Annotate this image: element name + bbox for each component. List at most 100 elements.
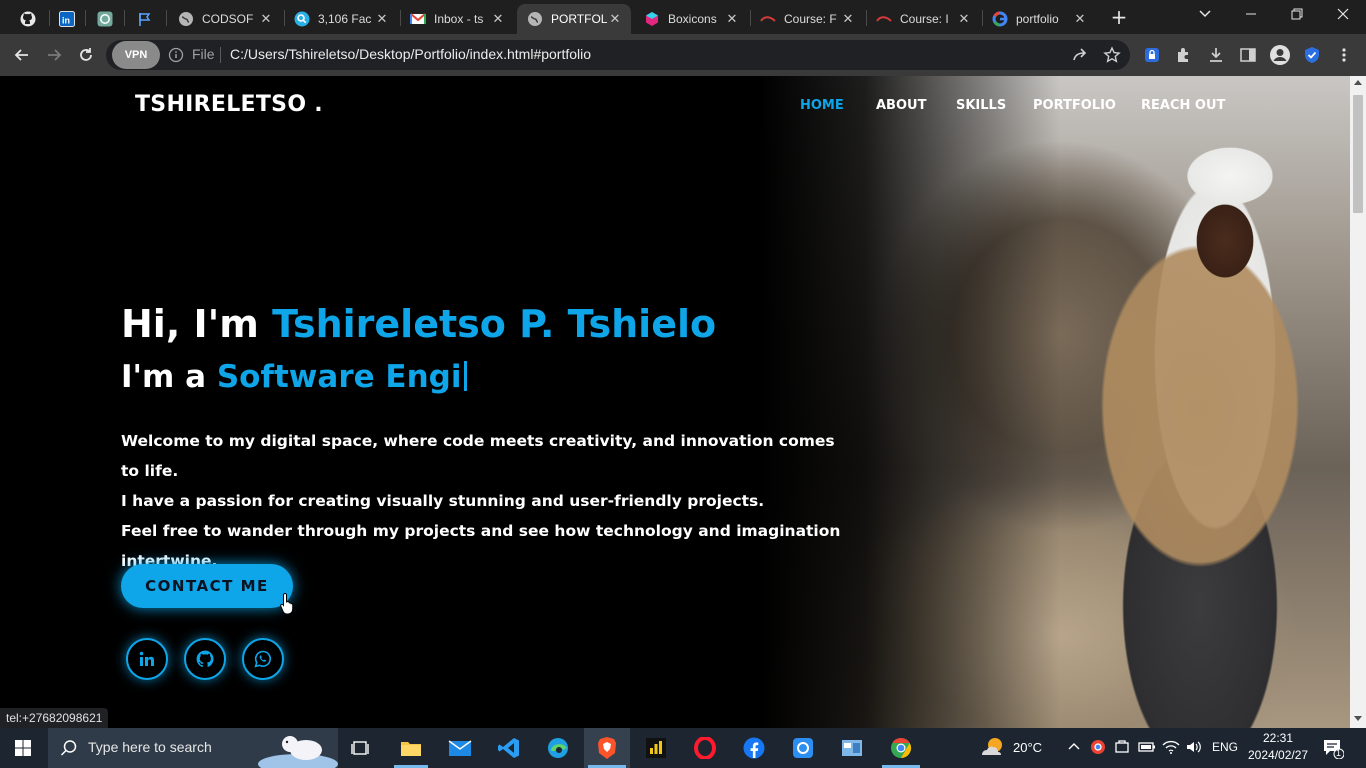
- reload-button[interactable]: [74, 43, 98, 67]
- notification-center-button[interactable]: 1: [1322, 737, 1345, 760]
- lock-extension-button[interactable]: [1140, 43, 1164, 67]
- tab-portfolio-active[interactable]: PORTFOL ✕: [517, 4, 631, 34]
- new-tab-button[interactable]: +: [1108, 6, 1130, 28]
- github-link[interactable]: [184, 638, 226, 680]
- taskbar-brave[interactable]: [584, 728, 630, 768]
- close-icon[interactable]: ✕: [607, 11, 623, 27]
- brave-browser-icon: [598, 737, 616, 759]
- google-icon: [992, 11, 1008, 27]
- wifi-icon[interactable]: [1162, 739, 1180, 755]
- profile-button[interactable]: [1268, 43, 1292, 67]
- close-icon[interactable]: ✕: [1072, 11, 1088, 27]
- taskbar-opera[interactable]: [682, 728, 728, 768]
- weather-icon[interactable]: [980, 735, 1006, 761]
- tab-linkedin[interactable]: in: [52, 4, 82, 34]
- close-icon[interactable]: ✕: [956, 11, 972, 27]
- puzzle-icon: [1178, 48, 1188, 62]
- minimize-button[interactable]: [1228, 0, 1274, 34]
- minimize-icon: [1246, 13, 1256, 15]
- reload-icon: [80, 48, 92, 61]
- forward-button[interactable]: [42, 43, 66, 67]
- search-icon: [60, 740, 77, 756]
- start-button[interactable]: [0, 728, 46, 768]
- nav-portfolio[interactable]: PORTFOLIO: [1033, 98, 1116, 113]
- speaker-icon[interactable]: [1185, 739, 1203, 755]
- shield-check-icon: [1305, 47, 1319, 63]
- taskbar-facebook[interactable]: [731, 728, 777, 768]
- contact-me-button[interactable]: CONTACT ME: [121, 564, 293, 608]
- taskbar-terminal-app[interactable]: [633, 728, 679, 768]
- github-icon: [196, 650, 214, 668]
- tab-course-1[interactable]: Course: F ✕: [750, 4, 864, 34]
- tab-google[interactable]: portfolio ✕: [982, 4, 1096, 34]
- tab-gmail[interactable]: Inbox - ts ✕: [400, 4, 514, 34]
- security-extension-button[interactable]: [1300, 43, 1324, 67]
- taskbar-mail[interactable]: [437, 728, 483, 768]
- tab-search-button[interactable]: [1182, 0, 1228, 34]
- taskbar-control-panel[interactable]: [829, 728, 875, 768]
- linkedin-link[interactable]: [126, 638, 168, 680]
- language-indicator[interactable]: ENG: [1212, 740, 1238, 754]
- clock-date[interactable]: 2024/02/27: [1248, 748, 1308, 762]
- taskbar-app-store[interactable]: [780, 728, 826, 768]
- nav-reach-out[interactable]: REACH OUT: [1141, 98, 1225, 113]
- edge-icon: [548, 738, 568, 758]
- taskbar-vscode[interactable]: [486, 728, 532, 768]
- page-viewport: TSHIRELETSO . HOME ABOUT SKILLS PORTFOLI…: [0, 76, 1350, 728]
- site-logo[interactable]: TSHIRELETSO .: [135, 92, 323, 117]
- chrome-icon: [891, 737, 912, 759]
- vpn-badge[interactable]: VPN: [112, 41, 160, 69]
- url-text[interactable]: C:/Users/Tshireletso/Desktop/Portfolio/i…: [230, 46, 591, 62]
- file-scheme-label: File: [192, 46, 215, 62]
- battery-icon[interactable]: [1138, 740, 1156, 754]
- tab-course-2[interactable]: Course: I ✕: [866, 4, 980, 34]
- chrome-tray-icon[interactable]: [1090, 739, 1106, 755]
- back-button[interactable]: [10, 43, 34, 67]
- close-icon[interactable]: ✕: [490, 11, 506, 27]
- tab-flag[interactable]: [130, 4, 160, 34]
- task-view-button[interactable]: [338, 728, 384, 768]
- notification-count: 1: [1336, 748, 1342, 758]
- share-button[interactable]: [1068, 43, 1092, 67]
- close-icon[interactable]: ✕: [724, 11, 740, 27]
- vpn-tray-icon[interactable]: [1114, 739, 1130, 755]
- padlock-extension-icon: [1145, 48, 1159, 62]
- tab-codsoft[interactable]: CODSOF ✕: [168, 4, 282, 34]
- chevron-up-icon[interactable]: [1068, 740, 1080, 754]
- scroll-down-arrow-icon[interactable]: [1354, 716, 1362, 721]
- taskbar-chrome[interactable]: [878, 728, 924, 768]
- scroll-up-arrow-icon[interactable]: [1354, 80, 1362, 85]
- tab-github[interactable]: [12, 4, 44, 34]
- intro-line: Feel free to wander through my projects …: [121, 522, 841, 540]
- search-highlight-illustration: [258, 736, 338, 768]
- close-icon[interactable]: ✕: [840, 11, 856, 27]
- weather-temp[interactable]: 20°C: [1013, 740, 1042, 755]
- course-icon: [876, 11, 892, 27]
- bookmark-button[interactable]: [1100, 43, 1124, 67]
- whatsapp-link[interactable]: [242, 638, 284, 680]
- taskbar-edge[interactable]: [535, 728, 581, 768]
- nav-home[interactable]: HOME: [800, 98, 844, 113]
- close-icon[interactable]: ✕: [374, 11, 390, 27]
- intro-line: I have a passion for creating visually s…: [121, 492, 765, 510]
- nav-about[interactable]: ABOUT: [876, 98, 926, 113]
- scrollbar-thumb[interactable]: [1353, 95, 1363, 213]
- nav-skills[interactable]: SKILLS: [956, 98, 1006, 113]
- close-icon[interactable]: ✕: [258, 11, 274, 27]
- tab-chatgpt[interactable]: [90, 4, 120, 34]
- info-icon[interactable]: [168, 47, 184, 63]
- clock-time[interactable]: 22:31: [1263, 731, 1293, 745]
- side-panel-button[interactable]: [1236, 43, 1260, 67]
- menu-button[interactable]: [1332, 43, 1356, 67]
- hero-intro: Welcome to my digital space, where code …: [121, 426, 851, 576]
- taskbar-file-explorer[interactable]: [388, 728, 434, 768]
- tab-boxicons[interactable]: Boxicons ✕: [634, 4, 748, 34]
- restore-button[interactable]: [1274, 0, 1320, 34]
- tab-facts[interactable]: 3,106 Fac ✕: [284, 4, 398, 34]
- vscode-icon: [498, 738, 519, 758]
- downloads-button[interactable]: [1204, 43, 1228, 67]
- close-window-button[interactable]: [1320, 0, 1366, 34]
- extensions-button[interactable]: [1172, 43, 1196, 67]
- linkedin-icon: in: [59, 11, 75, 27]
- mail-icon: [448, 740, 472, 756]
